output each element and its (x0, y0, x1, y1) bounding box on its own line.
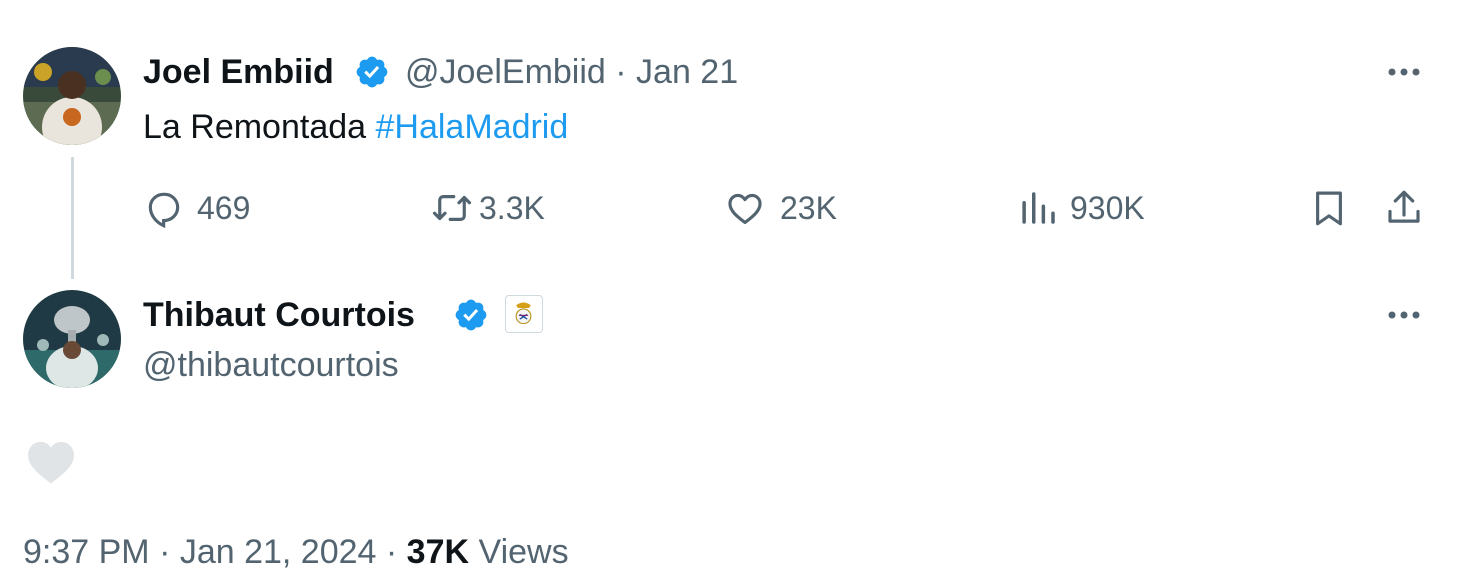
views-label: Views (478, 533, 569, 571)
bookmark-button[interactable] (1308, 186, 1350, 230)
like-count: 23K (780, 189, 837, 226)
separator-dot: · (615, 53, 627, 91)
verified-badge-icon (455, 299, 487, 331)
hashtag-link[interactable]: #HalaMadrid (376, 108, 569, 146)
heart-icon (728, 193, 762, 225)
heart-icon (28, 441, 74, 484)
avatar-joel-embiid[interactable] (23, 47, 121, 145)
tweet-timestamp-views: 9:37 PM · Jan 21, 2024 · 37K Views (23, 530, 569, 574)
share-upload-icon (1388, 190, 1420, 223)
reply-author-name[interactable]: Thibaut Courtois (143, 295, 415, 335)
views-bar-chart-icon (1022, 192, 1055, 224)
author-handle-and-date[interactable]: @JoelEmbiid · Jan 21 (405, 52, 738, 92)
tweet-text: La Remontada #HalaMadrid (143, 106, 568, 148)
real-madrid-crest-icon[interactable] (505, 295, 543, 333)
share-button[interactable] (1383, 186, 1425, 230)
author-handle[interactable]: @JoelEmbiid (405, 53, 606, 91)
crest-graphic (515, 302, 532, 325)
reply-author-handle[interactable]: @thibautcourtois (143, 345, 399, 385)
more-dots-icon[interactable] (1384, 295, 1424, 335)
thread-connector-line (71, 157, 74, 279)
verified-badge-icon (356, 56, 388, 88)
views-count: 930K (1070, 189, 1145, 226)
author-name[interactable]: Joel Embiid (143, 52, 334, 92)
reply-bubble-icon (148, 192, 180, 229)
bookmark-icon (1316, 191, 1342, 226)
tweet-date[interactable]: Jan 21 (636, 53, 738, 91)
timestamp[interactable]: 9:37 PM · Jan 21, 2024 · (23, 533, 397, 571)
avatar-image (23, 47, 121, 145)
reply-count: 469 (197, 189, 251, 226)
tweet-body: La Remontada (143, 108, 367, 146)
retweet-button[interactable]: 3.3K (431, 186, 545, 230)
views-button[interactable]: 930K (1018, 186, 1145, 230)
retweet-icon (432, 195, 472, 221)
like-button[interactable]: 23K (724, 186, 837, 230)
avatar-thibaut-courtois[interactable] (23, 290, 121, 388)
avatar-image (23, 290, 121, 388)
views-total: 37K (406, 533, 470, 571)
retweet-count: 3.3K (479, 189, 545, 226)
reply-button[interactable]: 469 (143, 186, 250, 230)
more-dots-icon[interactable] (1384, 52, 1424, 92)
